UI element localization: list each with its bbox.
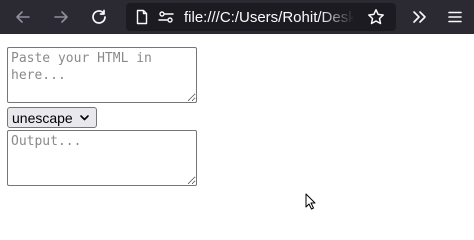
url-text[interactable]: file:///C:/Users/Rohit/Desktop/ [184, 9, 354, 27]
reload-icon [92, 9, 106, 24]
forward-icon [54, 11, 68, 23]
overflow-button[interactable] [405, 4, 433, 30]
mode-select[interactable]: unescape [8, 108, 96, 127]
browser-toolbar: file:///C:/Users/Rohit/Desktop/ [0, 0, 474, 34]
reload-button[interactable] [85, 4, 113, 30]
permissions-icon[interactable] [158, 9, 174, 25]
star-icon[interactable] [367, 8, 385, 26]
html-input-textarea[interactable] [7, 47, 197, 103]
overflow-icon [413, 11, 426, 23]
page-icon[interactable] [134, 9, 150, 25]
output-textarea[interactable] [7, 130, 197, 186]
back-icon [16, 11, 30, 23]
mode-select-wrapper[interactable]: unescape [7, 107, 97, 128]
forward-button[interactable] [47, 4, 75, 30]
menu-button[interactable] [441, 4, 469, 30]
mouse-cursor-icon [305, 193, 316, 210]
page-content: unescape [0, 34, 474, 210]
back-button[interactable] [9, 4, 37, 30]
url-bar[interactable]: file:///C:/Users/Rohit/Desktop/ [126, 3, 396, 31]
menu-icon [448, 11, 462, 23]
